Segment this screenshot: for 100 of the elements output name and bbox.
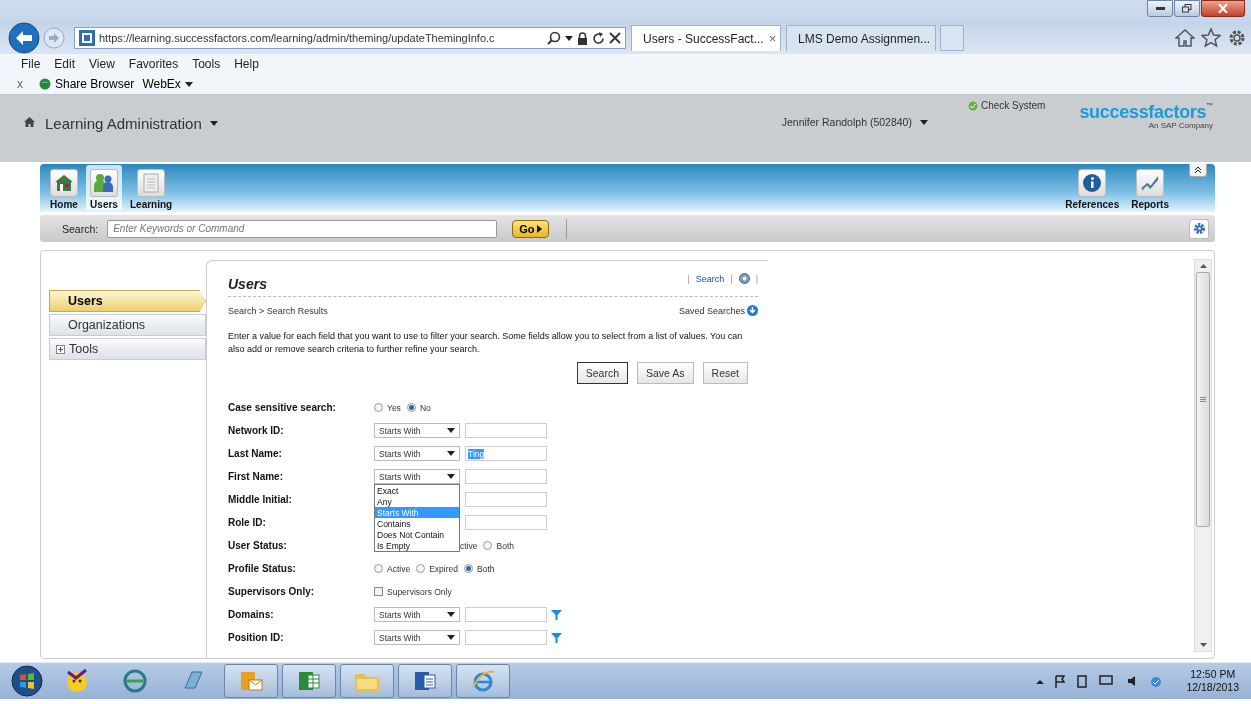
filter-icon[interactable] bbox=[551, 632, 562, 643]
value-field[interactable] bbox=[465, 515, 547, 530]
app-menu[interactable]: Learning Administration bbox=[45, 115, 218, 132]
instructions: Enter a value for each field that you want to use to filter your search. Some fields allow you to select from a list of values. You can also add or remove search criteria to further refine your search. bbox=[228, 330, 744, 356]
separator: | bbox=[687, 273, 690, 284]
minimize-icon bbox=[1155, 7, 1165, 10]
star-icon[interactable] bbox=[1201, 28, 1221, 48]
caret-icon bbox=[447, 612, 455, 617]
menu-item[interactable]: Help bbox=[227, 57, 266, 71]
sidebar-item[interactable]: Tools bbox=[49, 338, 206, 360]
radio-button[interactable] bbox=[374, 403, 383, 412]
caret-icon bbox=[184, 81, 193, 87]
option-label: Yes bbox=[387, 402, 401, 413]
value-field[interactable] bbox=[465, 423, 547, 438]
browser-tab[interactable]: Users - SuccessFact... × bbox=[631, 25, 781, 51]
minimize-button[interactable] bbox=[1147, 0, 1173, 17]
favorites-menu[interactable]: WebEx bbox=[142, 77, 193, 91]
browser-tab[interactable]: LMS Demo Assignmen... bbox=[786, 25, 936, 51]
address-bar[interactable]: https://learning.successfactors.com/learning/admin/theming/updateThemingInfo.c bbox=[74, 27, 626, 49]
value-field[interactable] bbox=[465, 630, 547, 645]
nav-item[interactable]: References bbox=[1061, 165, 1124, 210]
menu-item[interactable]: View bbox=[82, 57, 122, 71]
nav-item[interactable]: Home bbox=[46, 165, 82, 210]
action-button[interactable]: Reset bbox=[702, 362, 748, 384]
favorites-link[interactable]: Share Browser bbox=[39, 77, 135, 91]
radio-button[interactable] bbox=[406, 403, 416, 412]
operator-select[interactable]: Starts With bbox=[374, 446, 460, 461]
operator-select[interactable]: Starts With bbox=[374, 630, 460, 645]
breadcrumb: Search > Search Results bbox=[228, 305, 328, 316]
checkbox[interactable] bbox=[374, 587, 383, 596]
option-label: Active bbox=[387, 563, 411, 574]
scroll-up-icon[interactable] bbox=[1199, 264, 1207, 268]
restore-icon bbox=[1182, 4, 1192, 13]
home-icon[interactable] bbox=[1175, 28, 1195, 48]
sidebar-item[interactable]: Users bbox=[49, 290, 206, 312]
operator-select[interactable]: Starts With bbox=[374, 423, 460, 438]
close-toolbar-button[interactable]: x bbox=[17, 77, 23, 91]
check-system-link[interactable]: Check System bbox=[967, 100, 1046, 111]
radio-button[interactable] bbox=[374, 564, 383, 573]
page-title: Users bbox=[228, 275, 267, 292]
collapse-button[interactable] bbox=[1189, 164, 1207, 177]
nav-item[interactable]: Reports bbox=[1127, 165, 1173, 210]
value-field[interactable] bbox=[465, 469, 547, 484]
saved-searches-link[interactable]: Saved Searches bbox=[678, 305, 758, 316]
action-button[interactable]: Save As bbox=[637, 362, 694, 384]
taskbar-app[interactable] bbox=[398, 664, 452, 698]
checkbox-label: Supervisors Only bbox=[387, 586, 452, 597]
option-label: ctive bbox=[460, 540, 478, 551]
nav-item[interactable]: Users bbox=[86, 165, 122, 210]
chevron-up-icon bbox=[1194, 166, 1202, 174]
action-button[interactable]: Search bbox=[576, 362, 629, 384]
stop-icon[interactable] bbox=[609, 32, 621, 44]
search-icon[interactable] bbox=[547, 31, 561, 45]
menu-item[interactable]: Edit bbox=[47, 57, 83, 71]
scrollbar[interactable] bbox=[1194, 259, 1212, 652]
start-button[interactable] bbox=[8, 664, 46, 698]
taskbar-app[interactable] bbox=[456, 664, 510, 698]
caret-icon bbox=[565, 35, 573, 41]
menu-item[interactable]: Tools bbox=[185, 57, 228, 71]
search-link[interactable]: Search bbox=[695, 273, 725, 284]
field-label: Position ID: bbox=[228, 632, 285, 643]
menu-item[interactable]: Favorites bbox=[121, 57, 186, 71]
nav-item[interactable]: Learning bbox=[126, 165, 177, 210]
operator-select[interactable]: Starts With bbox=[374, 607, 460, 622]
check-icon bbox=[967, 100, 978, 111]
help-icon[interactable] bbox=[738, 273, 750, 284]
taskbar-app[interactable] bbox=[224, 664, 278, 698]
browser-icon bbox=[470, 668, 496, 694]
caret-icon bbox=[447, 428, 455, 433]
settings-button[interactable] bbox=[1189, 218, 1209, 239]
triangle-icon bbox=[537, 224, 543, 233]
value-field[interactable] bbox=[465, 492, 547, 507]
option-label: Both bbox=[477, 563, 495, 574]
settings-icon[interactable] bbox=[1227, 28, 1247, 48]
radio-button[interactable] bbox=[483, 541, 493, 550]
search-field[interactable]: Enter Keywords or Command bbox=[107, 219, 498, 238]
menu-item[interactable]: File bbox=[14, 57, 48, 71]
option-label: Expired bbox=[429, 563, 458, 574]
option-label: No bbox=[419, 402, 431, 413]
go-button[interactable]: Go bbox=[512, 219, 550, 238]
field-label: User Status: bbox=[228, 540, 288, 551]
settings-icon bbox=[1192, 222, 1206, 235]
refresh-icon[interactable] bbox=[592, 31, 605, 45]
scroll-down-icon[interactable] bbox=[1199, 643, 1207, 647]
sidebar-item[interactable]: Organizations bbox=[49, 314, 206, 336]
chart-icon bbox=[1140, 174, 1161, 192]
taskbar-app[interactable] bbox=[282, 664, 336, 698]
separator: | bbox=[755, 273, 758, 284]
taskbar-app[interactable] bbox=[340, 664, 394, 698]
close-button[interactable] bbox=[1201, 0, 1245, 17]
radio-button[interactable] bbox=[416, 564, 426, 573]
value-field[interactable] bbox=[465, 607, 547, 622]
home-icon[interactable] bbox=[24, 117, 35, 127]
restore-button[interactable] bbox=[1174, 0, 1200, 17]
operator-select[interactable]: Starts With bbox=[374, 469, 460, 484]
radio-button[interactable] bbox=[464, 564, 473, 573]
back-button[interactable] bbox=[8, 22, 40, 54]
filter-icon[interactable] bbox=[551, 609, 562, 620]
user-menu[interactable]: Jennifer Randolph (502840) bbox=[781, 116, 928, 128]
clock[interactable]: 12:50 PM 12/18/2013 bbox=[1186, 668, 1239, 694]
